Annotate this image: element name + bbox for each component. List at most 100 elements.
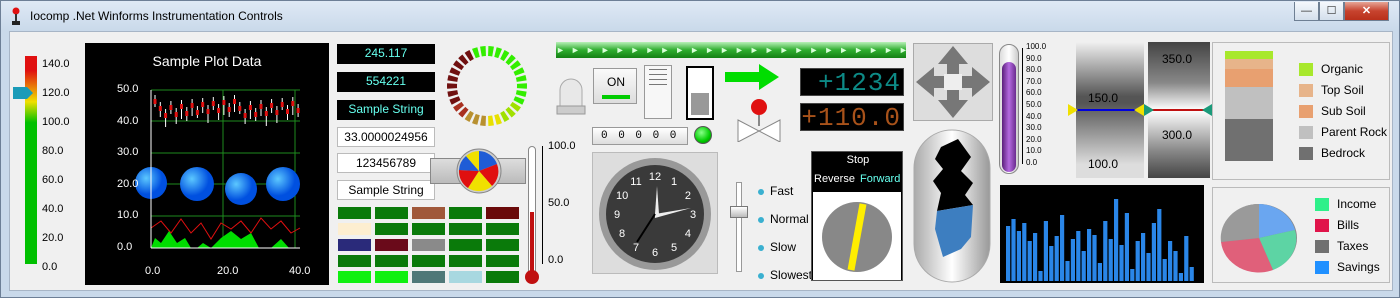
pie-chart[interactable]	[1217, 192, 1301, 276]
direction-pad[interactable]	[913, 43, 993, 121]
rotary-direction-switch[interactable]: Stop Reverse Forward	[811, 151, 903, 281]
led-matrix-cell[interactable]	[375, 207, 408, 219]
gauge-tick-label: 80.0	[42, 145, 64, 157]
on-button[interactable]: ON	[593, 68, 637, 104]
seven-seg-display-bottom[interactable]: +110.0	[800, 103, 904, 132]
maximize-button[interactable]: ☐	[1319, 2, 1344, 21]
label-display-integer[interactable]: 123456789	[337, 153, 435, 173]
led-matrix-cell[interactable]	[375, 271, 408, 283]
color-wheel-knob[interactable]	[456, 148, 502, 194]
odometer[interactable]: 0 0 0 0 0	[592, 127, 688, 145]
tube-gauge[interactable]: 100.0 90.0 80.0 70.0 60.0 50.0 40.0 30.0 20.0 10.…	[996, 40, 1060, 178]
bar-chart-bar	[1178, 273, 1183, 281]
scale-left-pointer-l[interactable]	[1068, 104, 1078, 116]
rotary-forward-label[interactable]: Forward	[860, 173, 900, 185]
scale-right[interactable]: 350.0 300.0	[1144, 42, 1212, 178]
label-display-string[interactable]: Sample String	[337, 180, 435, 200]
slider-option-label[interactable]: Slow	[770, 240, 796, 254]
soil-legend-label: Organic	[1321, 62, 1364, 76]
minimize-button[interactable]: —	[1294, 2, 1319, 21]
led-matrix-cell[interactable]	[486, 271, 519, 283]
plot-hilo-body	[270, 103, 274, 108]
led-matrix-cell[interactable]	[412, 207, 445, 219]
plot-hilo-body	[286, 109, 289, 114]
bar-chart-bar	[1070, 239, 1075, 281]
led-matrix-cell[interactable]	[449, 207, 482, 219]
speed-slider-switch[interactable]: Fast Normal Slow Slowest	[728, 178, 812, 282]
rocker-switch[interactable]	[686, 66, 714, 120]
lcd-display-integer[interactable]: 554221	[337, 72, 435, 92]
led-matrix-cell[interactable]	[338, 271, 371, 283]
plot-area[interactable]: Sample Plot Data 50.0 40.0 30.0 20.0 10.0 0.0…	[85, 43, 329, 285]
seven-seg-display-top[interactable]: +1234	[800, 68, 904, 97]
led-matrix-cell[interactable]	[375, 223, 408, 235]
rotary-reverse-label[interactable]: Reverse	[814, 173, 855, 185]
led-matrix-cell[interactable]	[486, 207, 519, 219]
led-matrix-cell[interactable]	[449, 223, 482, 235]
bar-chart-bar	[1076, 231, 1081, 281]
scale-left-marker	[1076, 109, 1144, 111]
soil-legend-swatch	[1299, 63, 1313, 76]
plot-hilo-body	[201, 102, 205, 107]
close-button[interactable]: ✕	[1344, 2, 1389, 21]
tube-tick: 90.0	[1026, 53, 1042, 63]
lamp-indicator[interactable]	[556, 76, 586, 116]
led-matrix-cell[interactable]	[375, 239, 408, 251]
linear-gauge[interactable]: 140.0 120.0 100.0 80.0 60.0 40.0 20.0 0.0	[13, 40, 81, 273]
tank-level-indicator[interactable]	[913, 129, 993, 283]
lcd-display-float[interactable]: 245.117	[337, 44, 435, 64]
valve-icon[interactable]	[734, 98, 784, 142]
led-matrix-cell[interactable]	[412, 223, 445, 235]
led-matrix-cell[interactable]	[449, 239, 482, 251]
rotary-stop-label[interactable]: Stop	[812, 154, 904, 166]
led-matrix-cell[interactable]	[338, 207, 371, 219]
bar-chart-bar	[1054, 236, 1059, 281]
slider-thumb[interactable]	[730, 206, 748, 218]
bar-chart[interactable]	[1000, 185, 1204, 283]
slider-option-label[interactable]: Slowest	[770, 268, 812, 282]
scale-left[interactable]: 150.0 100.0	[1068, 42, 1144, 178]
scale-right-upper: 350.0	[1162, 52, 1193, 66]
thermometer-tick: 50.0	[548, 197, 570, 209]
plot-hilo-body	[254, 112, 258, 117]
thermometer-mercury	[530, 212, 534, 278]
led-matrix-cell[interactable]	[449, 271, 482, 283]
segment-ring-gauge[interactable]	[442, 38, 532, 138]
plot-hilo-body	[180, 104, 183, 109]
slider-option-label[interactable]: Normal	[770, 212, 809, 226]
led-matrix-cell[interactable]	[412, 271, 445, 283]
lever-switch[interactable]	[644, 65, 672, 119]
label-display-float[interactable]: 33.0000024956	[337, 127, 435, 147]
plot-x-tick: 20.0	[217, 265, 239, 277]
led-matrix-cell[interactable]	[338, 239, 371, 251]
scale-right-pointer-l[interactable]	[1144, 104, 1154, 116]
analog-clock[interactable]: 12 12 3 45 6 78 9 1011	[597, 156, 713, 272]
rotary-knob[interactable]	[820, 200, 894, 274]
gauge-tick-label: 40.0	[42, 203, 64, 215]
lcd-display-string[interactable]: Sample String	[337, 100, 435, 120]
window-title: Iocomp .Net Winforms Instrumentation Con…	[30, 9, 283, 23]
clock-number: 4	[685, 228, 691, 240]
led-matrix-cell[interactable]	[375, 255, 408, 267]
led-matrix-cell[interactable]	[486, 255, 519, 267]
led-matrix-cell[interactable]	[412, 255, 445, 267]
slider-option-dot	[758, 273, 764, 279]
led-matrix-cell[interactable]	[338, 255, 371, 267]
led-matrix-cell[interactable]	[486, 223, 519, 235]
thermometer[interactable]: 100.0 50.0 0.0	[524, 140, 584, 288]
bar-chart-bar	[1092, 235, 1097, 281]
led-matrix-cell[interactable]	[412, 239, 445, 251]
soil-column[interactable]	[1225, 51, 1273, 161]
led-matrix[interactable]	[338, 207, 524, 285]
plot-y-tick: 20.0	[117, 177, 139, 190]
plot-hilo-body	[195, 110, 199, 115]
led-matrix-cell[interactable]	[338, 223, 371, 235]
pie-legend-swatch	[1315, 198, 1329, 211]
led-matrix-cell[interactable]	[449, 255, 482, 267]
green-led-indicator[interactable]	[694, 126, 712, 144]
title-bar[interactable]: Iocomp .Net Winforms Instrumentation Con…	[1, 1, 1399, 31]
slider-option-label[interactable]: Fast	[770, 184, 793, 198]
scale-left-pointer-r[interactable]	[1134, 104, 1144, 116]
led-matrix-cell[interactable]	[486, 239, 519, 251]
scale-right-pointer-r[interactable]	[1202, 104, 1212, 116]
